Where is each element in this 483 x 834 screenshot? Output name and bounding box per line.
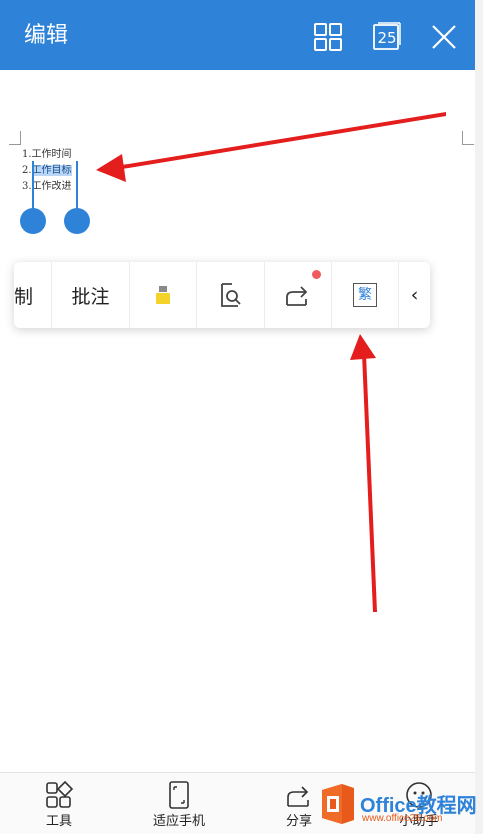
highlighter-icon (156, 286, 170, 304)
page-number: 25 (377, 29, 397, 47)
watermark: Office教程网 www.office26.com (318, 780, 478, 830)
page-corner-right (462, 131, 474, 145)
close-icon[interactable] (429, 22, 459, 52)
page-title: 编辑 (24, 23, 69, 48)
selection-handle-end-stem[interactable] (76, 161, 78, 211)
annotation-arrows (96, 112, 446, 612)
page-corner-left (9, 131, 21, 145)
fit-phone-icon (169, 781, 189, 809)
selection-handle-end[interactable] (64, 208, 90, 234)
tools-button[interactable]: 工具 (19, 781, 99, 831)
selection-popup-toolbar: 制 批注 繁 ‹ (14, 262, 430, 328)
chevron-left-icon: ‹ (410, 284, 419, 306)
share-icon (286, 286, 308, 306)
copy-button[interactable]: 制 (14, 262, 52, 328)
office-logo-icon (322, 784, 354, 824)
list-item[interactable]: 3.工作改进 (22, 179, 72, 195)
grid-icon[interactable] (313, 22, 343, 52)
tools-icon (46, 781, 73, 808)
search-button[interactable] (197, 262, 265, 328)
share-button[interactable] (265, 262, 332, 328)
text-selection[interactable]: 工作目标 (31, 165, 72, 176)
fit-phone-button[interactable]: 适应手机 (139, 781, 219, 831)
top-bar: 编辑 25 (0, 0, 475, 70)
share-icon (287, 786, 309, 807)
scroll-edge (475, 0, 483, 834)
traditional-chinese-button[interactable]: 繁 (332, 262, 399, 328)
traditional-chinese-icon: 繁 (353, 283, 377, 307)
list-item[interactable]: 1.工作时间 (22, 147, 72, 163)
annotation-arrow-to-traditional (350, 334, 377, 612)
annotation-arrow-to-selection (96, 112, 446, 182)
comment-button[interactable]: 批注 (52, 262, 130, 328)
selection-handle-start-stem[interactable] (32, 161, 34, 211)
document-body[interactable]: 1.工作时间 2.工作目标 3.工作改进 (22, 147, 72, 195)
highlight-button[interactable] (130, 262, 197, 328)
search-icon (220, 283, 241, 307)
notification-badge (312, 270, 321, 279)
toolbar-collapse-button[interactable]: ‹ (399, 262, 430, 328)
watermark-url: www.office26.com (362, 813, 443, 824)
selection-handle-start[interactable] (20, 208, 46, 234)
list-item-selected[interactable]: 2.工作目标 (22, 163, 72, 179)
page-count-icon[interactable]: 25 (372, 22, 402, 52)
